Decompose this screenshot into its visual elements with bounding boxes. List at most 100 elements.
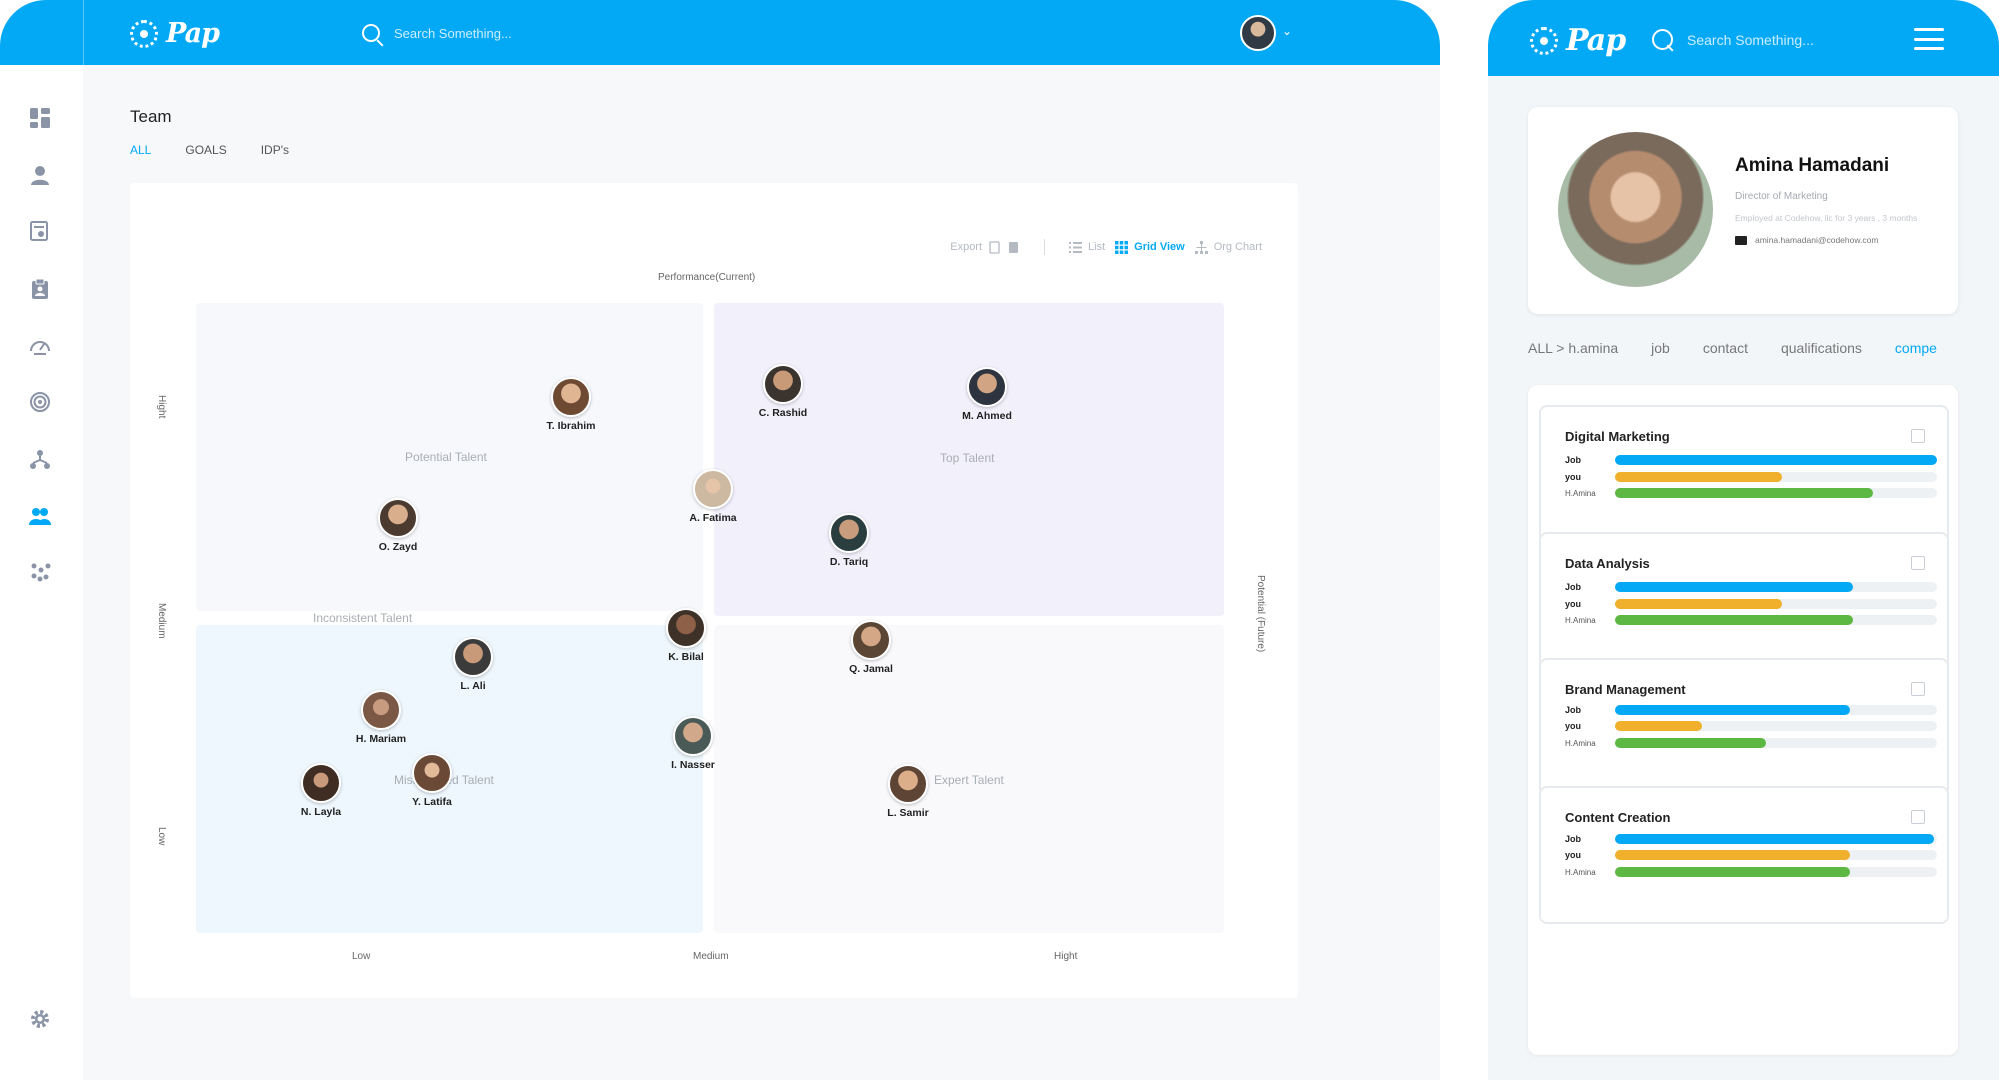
grid-label: Grid View xyxy=(1134,241,1185,253)
tab-goals[interactable]: GOALS xyxy=(185,143,226,157)
bar-row: H.Amina xyxy=(1565,614,1937,626)
bar-fill-you xyxy=(1615,721,1702,731)
network-icon[interactable] xyxy=(29,448,51,470)
person-marker[interactable]: Y. Latifa xyxy=(387,753,477,808)
org-chart-button[interactable]: Org Chart xyxy=(1194,240,1262,254)
person-name: Y. Latifa xyxy=(412,796,452,808)
sidebar xyxy=(0,65,83,1080)
bar-label: you xyxy=(1565,850,1582,860)
tab-job[interactable]: job xyxy=(1651,340,1670,356)
person-marker[interactable]: K. Bilal xyxy=(641,608,731,663)
edit-icon[interactable] xyxy=(1911,810,1925,824)
chevron-down-icon[interactable]: ⌄ xyxy=(1282,24,1292,38)
app-logo[interactable]: Pap xyxy=(130,18,220,49)
avatar xyxy=(301,763,341,803)
person-marker[interactable]: M. Ahmed xyxy=(942,367,1032,422)
list-view-button[interactable]: List xyxy=(1069,241,1105,254)
bar-row: Job xyxy=(1565,454,1937,466)
avatar xyxy=(666,608,706,648)
tab-contact[interactable]: contact xyxy=(1703,340,1748,356)
profile-tabs: ALL > h.amina job contact qualifications… xyxy=(1528,340,1937,356)
search-icon[interactable] xyxy=(362,24,380,42)
person-marker[interactable]: A. Fatima xyxy=(668,469,758,524)
edit-icon[interactable] xyxy=(1911,429,1925,443)
certificate-icon[interactable] xyxy=(29,220,51,242)
speedometer-icon[interactable] xyxy=(29,335,51,357)
export-csv-icon[interactable] xyxy=(988,240,1001,254)
top-bar: Pap ⌄ xyxy=(0,0,1440,65)
search-input[interactable] xyxy=(1687,31,1877,48)
mobile-top-bar: Pap xyxy=(1488,0,1999,76)
bar-fill-job xyxy=(1615,705,1851,715)
person-marker[interactable]: N. Layla xyxy=(276,763,366,818)
export-label: Export xyxy=(950,241,983,253)
gear-icon[interactable] xyxy=(29,1008,51,1030)
main-content: Team ALL GOALS IDP's Export List Grid Vi… xyxy=(84,65,1440,1080)
person-marker[interactable]: T. Ibrahim xyxy=(526,377,616,432)
bar-track xyxy=(1615,850,1937,860)
bar-row: you xyxy=(1565,849,1937,861)
tab-all[interactable]: ALL xyxy=(130,143,151,157)
bar-row: you xyxy=(1565,471,1937,483)
tab-breadcrumb[interactable]: ALL > h.amina xyxy=(1528,340,1618,356)
grid-view-button[interactable]: Grid View xyxy=(1115,240,1185,254)
bar-fill-amina xyxy=(1615,488,1873,498)
user-avatar[interactable] xyxy=(1240,15,1276,51)
profile-email[interactable]: amina.hamadani@codehow.com xyxy=(1735,235,1878,245)
mobile-app-logo[interactable]: Pap xyxy=(1530,23,1626,58)
person-marker[interactable]: Q. Jamal xyxy=(826,620,916,675)
avatar xyxy=(378,498,418,538)
avatar xyxy=(551,377,591,417)
person-name: C. Rashid xyxy=(758,407,808,419)
target-icon[interactable] xyxy=(29,391,51,413)
person-marker[interactable]: I. Nasser xyxy=(648,716,738,771)
person-name: A. Fatima xyxy=(689,512,737,524)
axis-left-medium: Medium xyxy=(156,603,167,639)
edit-icon[interactable] xyxy=(1911,556,1925,570)
person-marker[interactable]: H. Mariam xyxy=(336,690,426,745)
bar-label: Job xyxy=(1565,582,1582,592)
bar-track xyxy=(1615,488,1937,498)
person-name: Q. Jamal xyxy=(849,663,893,675)
user-icon[interactable] xyxy=(29,164,51,186)
profile-card: Amina Hamadani Director of Marketing Emp… xyxy=(1528,107,1958,314)
tab-competencies[interactable]: compe xyxy=(1895,340,1937,356)
avatar xyxy=(829,513,869,553)
mobile-profile-panel: Pap Amina Hamadani Director of Marketing… xyxy=(1488,0,1999,1080)
search-icon[interactable] xyxy=(1652,29,1673,50)
people-cluster-icon[interactable] xyxy=(29,561,51,583)
person-marker[interactable]: L. Samir xyxy=(863,764,953,819)
logo-text: Pap xyxy=(1566,23,1626,58)
dashboard-icon[interactable] xyxy=(29,107,51,129)
avatar xyxy=(693,469,733,509)
avatar xyxy=(361,690,401,730)
bar-row: H.Amina xyxy=(1565,866,1937,878)
search-input[interactable] xyxy=(394,25,644,41)
bar-track xyxy=(1615,867,1937,877)
avatar xyxy=(763,364,803,404)
menu-icon[interactable] xyxy=(1914,28,1944,50)
profile-role: Director of Marketing xyxy=(1735,191,1828,202)
export-pdf-icon[interactable] xyxy=(1007,241,1020,254)
bar-fill-you xyxy=(1615,850,1851,860)
list-icon xyxy=(1069,241,1083,253)
bar-track xyxy=(1615,738,1937,748)
quadrant-inconsistent-label: Inconsistent Talent xyxy=(313,611,413,625)
team-icon[interactable] xyxy=(29,505,51,527)
competency-card: Data Analysis Job you H.Amina xyxy=(1539,532,1949,670)
export-button[interactable]: Export xyxy=(950,240,1020,254)
bar-track xyxy=(1615,615,1937,625)
tab-qualifications[interactable]: qualifications xyxy=(1781,340,1862,356)
person-marker[interactable]: L. Ali xyxy=(428,637,518,692)
talent-grid-board: Export List Grid View Org Chart Performa… xyxy=(130,183,1298,998)
bar-row: Job xyxy=(1565,833,1937,845)
clipboard-icon[interactable] xyxy=(29,278,51,300)
edit-icon[interactable] xyxy=(1911,682,1925,696)
profile-employment: Employed at Codehow, llc for 3 years , 3… xyxy=(1735,213,1918,223)
tab-idps[interactable]: IDP's xyxy=(261,143,289,157)
person-marker[interactable]: O. Zayd xyxy=(353,498,443,553)
person-marker[interactable]: D. Tariq xyxy=(804,513,894,568)
profile-photo xyxy=(1558,132,1713,287)
person-marker[interactable]: C. Rashid xyxy=(738,364,828,419)
avatar xyxy=(851,620,891,660)
